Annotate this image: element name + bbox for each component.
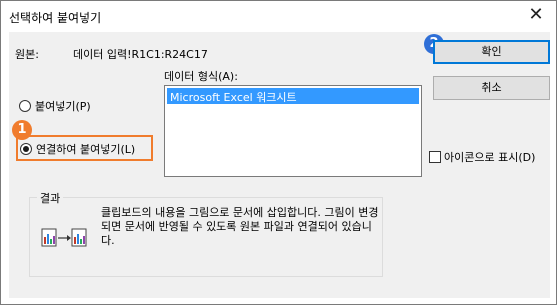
result-group-title: 결과: [37, 190, 64, 206]
data-format-list[interactable]: Microsoft Excel 워크시트: [164, 85, 422, 177]
paste-link-icon: [41, 228, 87, 247]
paste-link-radio[interactable]: [20, 143, 32, 155]
dialog-body: 원본: 데이터 입력!R1C1:R24C17 데이터 형식(A): Micros…: [9, 32, 550, 298]
paste-radio-label: 붙여넣기(P): [35, 100, 91, 113]
source-value: 데이터 입력!R1C1:R24C17: [73, 48, 208, 61]
display-as-icon-checkbox[interactable]: [429, 151, 441, 163]
data-format-label: 데이터 형식(A):: [164, 70, 238, 83]
list-item[interactable]: Microsoft Excel 워크시트: [167, 88, 419, 104]
display-as-icon-label: 아이콘으로 표시(D): [444, 151, 536, 164]
paste-link-radio-option[interactable]: 연결하여 붙여넣기(L): [20, 141, 135, 157]
dialog-title: 선택하여 붙여넣기: [9, 11, 102, 25]
paste-link-radio-label: 연결하여 붙여넣기(L): [36, 143, 136, 156]
paste-special-dialog: 선택하여 붙여넣기 ✕ 원본: 데이터 입력!R1C1:R24C17 데이터 형…: [0, 0, 557, 305]
title-bar: 선택하여 붙여넣기 ✕: [1, 1, 556, 32]
close-icon[interactable]: ✕: [522, 3, 550, 29]
display-as-icon-option[interactable]: 아이콘으로 표시(D): [429, 149, 535, 165]
cancel-button[interactable]: 취소: [433, 76, 550, 100]
step-1-badge: 1: [12, 120, 32, 140]
source-label: 원본:: [15, 48, 39, 61]
ok-button[interactable]: 확인: [433, 40, 550, 64]
result-description: 클립보드의 내용을 그림으로 문서에 삽입합니다. 그림이 변경되면 문서에 반…: [101, 206, 379, 247]
paste-radio[interactable]: [19, 100, 31, 112]
paste-radio-option[interactable]: 붙여넣기(P): [19, 98, 91, 114]
